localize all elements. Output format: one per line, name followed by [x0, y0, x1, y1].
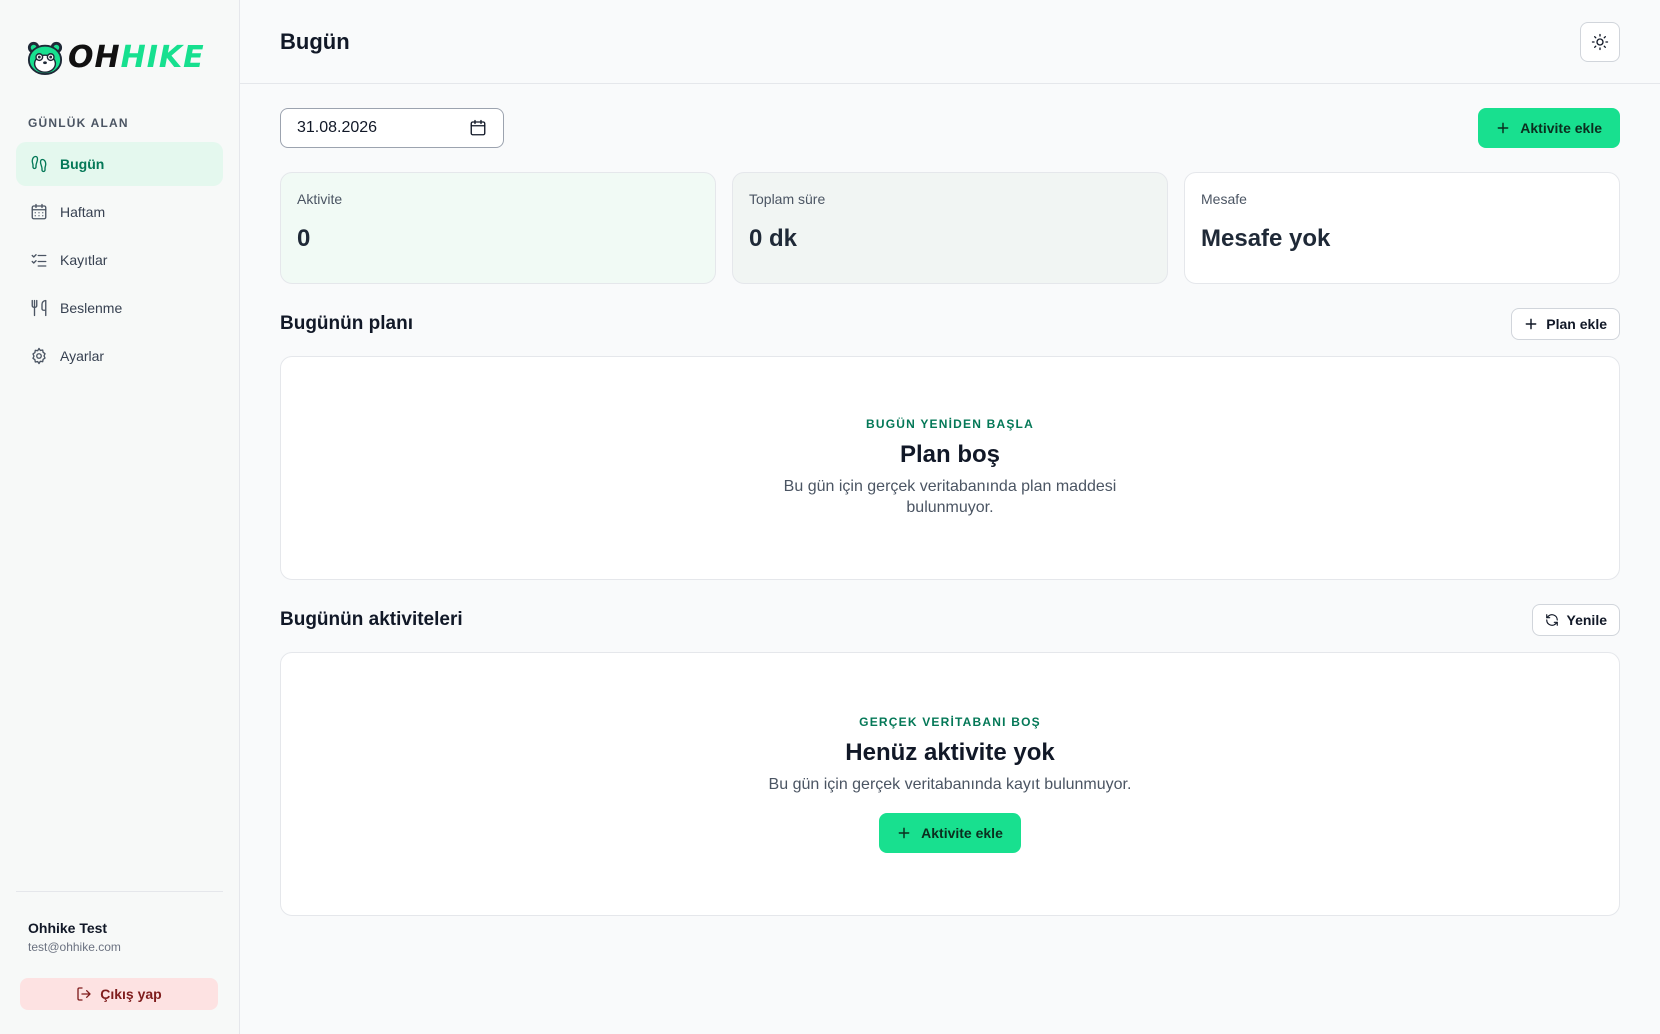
activities-empty-description: Bu gün için gerçek veritabanında kayıt b…: [768, 775, 1132, 793]
plan-empty-description: Bu gün için gerçek veritabanında plan ma…: [783, 478, 1117, 516]
stat-label: Mesafe: [1201, 191, 1247, 207]
stat-card-aktivite: Aktivite 0: [280, 172, 716, 284]
plus-icon: [1525, 318, 1537, 330]
nav-section-label: GÜNLÜK ALAN: [28, 116, 129, 130]
date-toolbar: 31.08.2026 Aktivite ekle: [280, 108, 1620, 148]
stat-label: Aktivite: [297, 191, 343, 207]
plan-empty-state: BUGÜN YENİDEN BAŞLA Plan boş Bu gün için…: [280, 356, 1620, 580]
user-email: test@ohhike.com: [28, 940, 121, 954]
stat-value: 0 dk: [749, 225, 798, 252]
stat-value: 0: [297, 225, 311, 252]
app-root: OHHIKE GÜNLÜK ALAN Bugün Haftam Kayıtlar…: [0, 0, 1660, 1034]
sidebar-item-label: Haftam: [60, 204, 106, 220]
brand-logo[interactable]: OHHIKE: [16, 28, 223, 88]
brand-part-2: HIKE: [120, 40, 205, 75]
main-area: Bugün 31.08.2026 Aktivite ekle Aktivite …: [240, 0, 1660, 1034]
sun-icon: [1591, 33, 1609, 50]
activities-empty-title: Henüz aktivite yok: [845, 738, 1055, 766]
plus-icon: [898, 827, 910, 839]
stat-card-mesafe: Mesafe Mesafe yok: [1184, 172, 1620, 284]
logout-icon: [77, 987, 91, 1001]
sidebar-nav: Bugün Haftam Kayıtlar Beslenme Ayarlar: [16, 142, 223, 378]
user-name: Ohhike Test: [28, 920, 108, 936]
activities-section-header: Bugünün aktiviteleri Yenile: [280, 604, 1620, 636]
utensils-icon: [31, 299, 47, 317]
sidebar-footer: Ohhike Test test@ohhike.com Çıkış yap: [16, 891, 223, 1010]
sidebar-item-ayarlar[interactable]: Ayarlar: [16, 334, 223, 378]
empty-add-activity-label: Aktivite ekle: [921, 825, 1003, 842]
plan-empty-title: Plan boş: [899, 441, 1001, 469]
activities-empty-eyebrow: GERÇEK VERİTABANI BOŞ: [859, 714, 1041, 729]
activities-empty-state: GERÇEK VERİTABANI BOŞ Henüz aktivite yok…: [280, 652, 1620, 916]
page-title: Bugün: [280, 28, 350, 54]
theme-toggle-button[interactable]: [1580, 21, 1620, 62]
logout-label: Çıkış yap: [100, 986, 162, 1002]
sidebar: OHHIKE GÜNLÜK ALAN Bugün Haftam Kayıtlar…: [0, 0, 240, 1034]
footprints-icon: [31, 155, 47, 173]
gear-icon: [32, 347, 46, 365]
calendar-picker-icon[interactable]: [469, 119, 487, 137]
brand-wordmark: OHHIKE: [68, 43, 205, 73]
stat-value: Mesafe yok: [1201, 225, 1331, 252]
refresh-icon: [1545, 614, 1558, 626]
empty-add-activity-button[interactable]: Aktivite ekle: [879, 813, 1021, 854]
plan-empty-eyebrow: BUGÜN YENİDEN BAŞLA: [866, 417, 1034, 432]
date-value: 31.08.2026: [297, 119, 378, 136]
stat-label: Toplam süre: [749, 191, 826, 207]
refresh-button[interactable]: Yenile: [1531, 604, 1620, 636]
sidebar-item-label: Kayıtlar: [60, 252, 108, 268]
activities-section-title: Bugünün aktiviteleri: [280, 609, 463, 630]
sidebar-item-kayitlar[interactable]: Kayıtlar: [16, 238, 223, 282]
sidebar-item-haftam[interactable]: Haftam: [16, 190, 223, 234]
brand-part-1: OH: [68, 40, 121, 75]
topbar: Bugün: [240, 0, 1660, 84]
add-plan-label: Plan ekle: [1546, 316, 1607, 332]
plan-section-header: Bugünün planı Plan ekle: [280, 308, 1620, 340]
sidebar-item-beslenme[interactable]: Beslenme: [16, 286, 223, 330]
add-activity-label: Aktivite ekle: [1520, 120, 1602, 136]
sidebar-divider: [16, 891, 223, 892]
mascot-icon: [27, 41, 63, 76]
plan-section-title: Bugünün planı: [280, 313, 413, 334]
calendar-icon: [31, 203, 47, 220]
date-input[interactable]: 31.08.2026: [280, 108, 504, 148]
stat-card-toplam-sure: Toplam süre 0 dk: [732, 172, 1168, 284]
plus-icon: [1497, 122, 1509, 134]
logout-button[interactable]: Çıkış yap: [20, 978, 218, 1010]
add-plan-button[interactable]: Plan ekle: [1511, 308, 1620, 340]
sidebar-item-label: Ayarlar: [60, 348, 105, 364]
sidebar-item-bugun[interactable]: Bugün: [16, 142, 223, 186]
sidebar-item-label: Bugün: [60, 156, 105, 172]
add-activity-button[interactable]: Aktivite ekle: [1478, 108, 1620, 148]
checklist-icon: [31, 254, 47, 267]
sidebar-item-label: Beslenme: [60, 300, 123, 316]
content: 31.08.2026 Aktivite ekle Aktivite 0 Topl…: [240, 84, 1660, 916]
stats-row: Aktivite 0 Toplam süre 0 dk Mesafe Mesaf…: [280, 172, 1620, 284]
refresh-label: Yenile: [1566, 612, 1607, 628]
